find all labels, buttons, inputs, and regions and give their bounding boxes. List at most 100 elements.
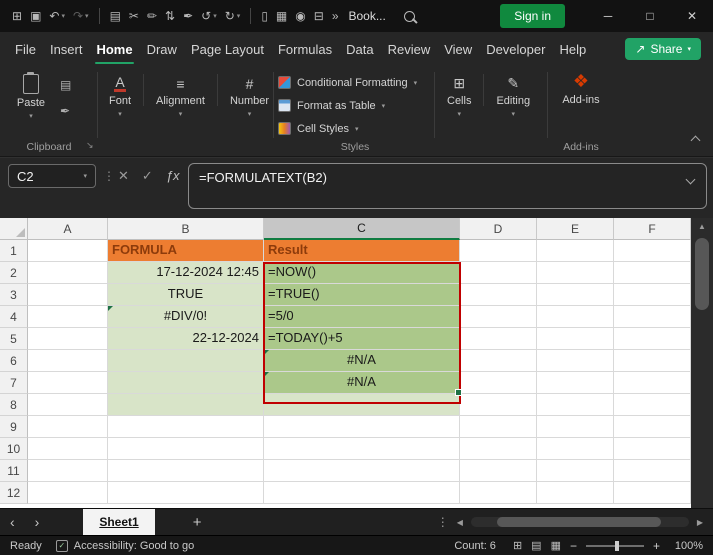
row-header-2[interactable]: 2 <box>0 262 28 284</box>
menu-tab-developer[interactable]: Developer <box>479 32 552 66</box>
cell-F3[interactable] <box>614 284 691 306</box>
cell-B5[interactable]: 22-12-2024 <box>108 328 264 350</box>
cell-E4[interactable] <box>537 306 614 328</box>
cell-F9[interactable] <box>614 416 691 438</box>
row-header-8[interactable]: 8 <box>0 394 28 416</box>
row-header-3[interactable]: 3 <box>0 284 28 306</box>
cancel-icon[interactable]: ✕ <box>118 168 129 184</box>
row-header-9[interactable]: 9 <box>0 416 28 438</box>
cell-A11[interactable] <box>28 460 108 482</box>
cell-C6[interactable]: #N/A <box>264 350 460 372</box>
zoom-out-icon[interactable]: − <box>570 539 577 553</box>
row-header-12[interactable]: 12 <box>0 482 28 504</box>
cell-A3[interactable] <box>28 284 108 306</box>
cell-A6[interactable] <box>28 350 108 372</box>
cell-A4[interactable] <box>28 306 108 328</box>
cell-B10[interactable] <box>108 438 264 460</box>
vertical-scrollbar[interactable]: ▲ <box>691 218 713 508</box>
redo-icon[interactable]: ↷ ▾ <box>73 9 89 23</box>
menu-tab-draw[interactable]: Draw <box>140 32 184 66</box>
cell-D4[interactable] <box>460 306 537 328</box>
cell-E7[interactable] <box>537 372 614 394</box>
cell-B8[interactable] <box>108 394 264 416</box>
cell-D12[interactable] <box>460 482 537 504</box>
scroll-up-icon[interactable]: ▲ <box>691 222 713 231</box>
cell-E11[interactable] <box>537 460 614 482</box>
maximize-button[interactable]: □ <box>629 0 671 32</box>
column-header-B[interactable]: B <box>108 218 264 240</box>
column-header-D[interactable]: D <box>460 218 537 240</box>
cell-B12[interactable] <box>108 482 264 504</box>
enter-icon[interactable]: ✓ <box>142 168 153 184</box>
cell-D9[interactable] <box>460 416 537 438</box>
app-grid-icon[interactable]: ⊞ <box>12 9 22 23</box>
cell-C5[interactable]: =TODAY()+5 <box>264 328 460 350</box>
cell-C3[interactable]: =TRUE() <box>264 284 460 306</box>
cell-E12[interactable] <box>537 482 614 504</box>
new-document-icon[interactable]: ▯ <box>261 9 268 23</box>
cell-D1[interactable] <box>460 240 537 262</box>
draw-icon[interactable]: ✏ <box>147 9 157 23</box>
clipboard-icon[interactable]: ▤ <box>110 9 121 23</box>
search-icon[interactable] <box>403 10 415 22</box>
cell-F8[interactable] <box>614 394 691 416</box>
cell-B4[interactable]: #DIV/0! <box>108 306 264 328</box>
next-sheet-icon[interactable]: › <box>25 514 50 530</box>
cell-A1[interactable] <box>28 240 108 262</box>
cell-E2[interactable] <box>537 262 614 284</box>
menu-tab-insert[interactable]: Insert <box>43 32 90 66</box>
row-header-4[interactable]: 4 <box>0 306 28 328</box>
ribbon-group-editing[interactable]: ✎ Editing ▾ <box>487 72 539 120</box>
collapse-ribbon-icon[interactable] <box>690 135 701 146</box>
cell-D7[interactable] <box>460 372 537 394</box>
normal-view-icon[interactable]: ⊞ <box>513 539 522 552</box>
row-header-1[interactable]: 1 <box>0 240 28 262</box>
column-header-A[interactable]: A <box>28 218 108 240</box>
cell-A9[interactable] <box>28 416 108 438</box>
cell-C1[interactable]: Result <box>264 240 460 262</box>
cell-E9[interactable] <box>537 416 614 438</box>
zoom-slider[interactable] <box>585 540 644 551</box>
redo-history-icon[interactable]: ↻ ▾ <box>225 9 241 23</box>
scroll-right-icon[interactable]: ▶ <box>697 518 703 527</box>
cell-F4[interactable] <box>614 306 691 328</box>
cell-C4[interactable]: =5/0 <box>264 306 460 328</box>
cell-E8[interactable] <box>537 394 614 416</box>
cell-F10[interactable] <box>614 438 691 460</box>
zoom-slider-thumb[interactable] <box>614 540 619 551</box>
cell-C2[interactable]: =NOW() <box>264 262 460 284</box>
menu-tab-data[interactable]: Data <box>339 32 380 66</box>
expand-formula-bar-icon[interactable] <box>685 174 696 185</box>
cell-E5[interactable] <box>537 328 614 350</box>
save-icon[interactable]: ▣ <box>30 9 41 23</box>
share-button[interactable]: ↗ Share ▾ <box>625 38 701 60</box>
cell-A10[interactable] <box>28 438 108 460</box>
zoom-level[interactable]: 100% <box>669 540 703 552</box>
name-box[interactable]: C2 ▾ <box>8 164 96 188</box>
cell-D8[interactable] <box>460 394 537 416</box>
zoom-in-icon[interactable]: + <box>653 539 660 553</box>
conditional-formatting-button[interactable]: Conditional Formatting ▾ <box>278 71 432 94</box>
menu-tab-file[interactable]: File <box>8 32 43 66</box>
cell-D6[interactable] <box>460 350 537 372</box>
ribbon-group-alignment[interactable]: ≡ Alignment ▾ <box>147 72 214 120</box>
column-header-C[interactable]: C <box>264 218 460 240</box>
horizontal-scrollbar-thumb[interactable] <box>496 517 661 527</box>
menu-tab-page-layout[interactable]: Page Layout <box>184 32 271 66</box>
cell-B11[interactable] <box>108 460 264 482</box>
ribbon-group-number[interactable]: # Number ▾ <box>221 72 278 120</box>
menu-tab-view[interactable]: View <box>437 32 479 66</box>
cell-A8[interactable] <box>28 394 108 416</box>
row-header-11[interactable]: 11 <box>0 460 28 482</box>
cell-A2[interactable] <box>28 262 108 284</box>
cell-D10[interactable] <box>460 438 537 460</box>
column-header-F[interactable]: F <box>614 218 691 240</box>
horizontal-scrollbar[interactable] <box>470 517 689 527</box>
column-header-E[interactable]: E <box>537 218 614 240</box>
cell-F2[interactable] <box>614 262 691 284</box>
cell-C9[interactable] <box>264 416 460 438</box>
row-header-5[interactable]: 5 <box>0 328 28 350</box>
insert-function-icon[interactable]: ƒx <box>166 168 180 184</box>
menu-tab-review[interactable]: Review <box>381 32 438 66</box>
undo-history-icon[interactable]: ↺ ▾ <box>201 9 217 23</box>
